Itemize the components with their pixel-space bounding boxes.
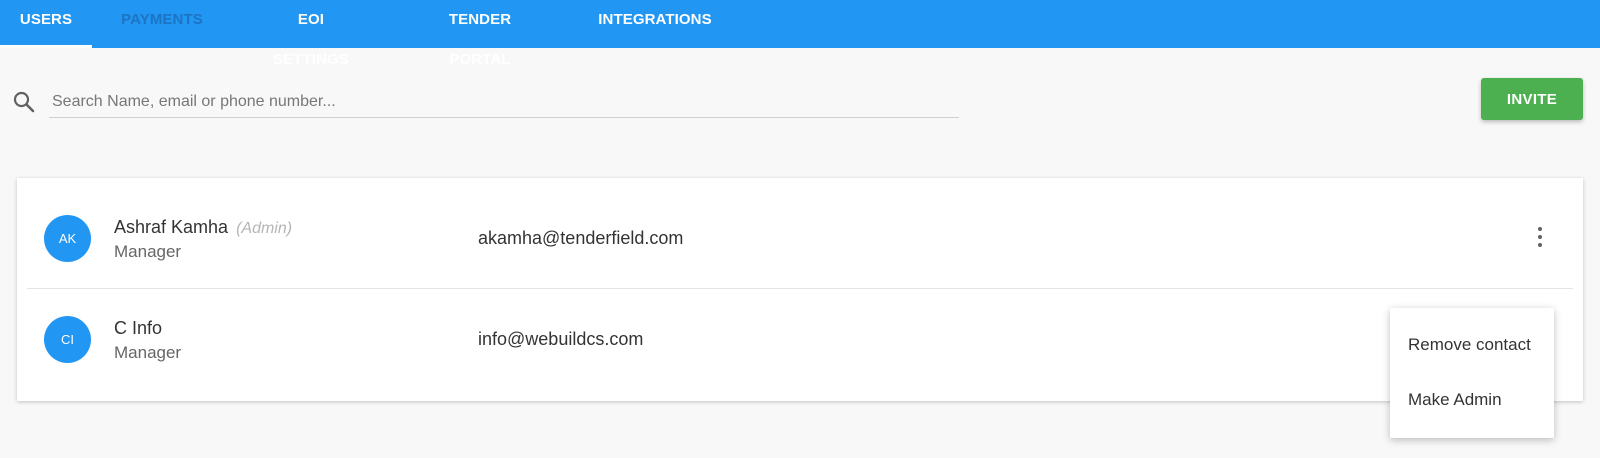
avatar: CI <box>44 316 91 363</box>
tab-tender-portal[interactable]: TENDER PORTAL <box>418 0 542 68</box>
user-name-text: C Info <box>114 318 163 338</box>
tab-tender-portal-label: TENDER PORTAL <box>448 11 512 68</box>
tab-eoi-settings-label: EOI SETTINGS <box>273 11 349 68</box>
make-admin-menu-item[interactable]: Make Admin <box>1408 390 1502 410</box>
row-divider <box>27 288 1573 289</box>
user-context-menu: Remove contact Make Admin <box>1390 308 1554 438</box>
top-tab-bar: USERS PAYMENTS EOI SETTINGS TENDER PORTA… <box>0 0 1600 68</box>
tab-integrations[interactable]: INTEGRATIONS <box>598 0 712 48</box>
tab-integrations-label: INTEGRATIONS <box>598 11 712 28</box>
list-item[interactable]: CI C Info Manager info@webuildcs.com <box>17 290 1583 400</box>
tab-users-label: USERS <box>19 11 73 28</box>
user-role: Manager <box>114 242 182 261</box>
user-role: Manager <box>114 343 182 362</box>
invite-button[interactable]: INVITE <box>1481 78 1583 120</box>
user-name-text: Ashraf Kamha <box>114 217 229 237</box>
tab-payments-label: PAYMENTS <box>121 11 203 28</box>
more-vert-icon[interactable] <box>1530 225 1550 249</box>
tab-users[interactable]: USERS <box>0 0 92 48</box>
search-input[interactable] <box>49 87 959 118</box>
active-tab-indicator <box>0 45 92 48</box>
user-email: info@webuildcs.com <box>478 329 644 349</box>
tab-eoi-settings[interactable]: EOI SETTINGS <box>258 0 364 68</box>
admin-badge: (Admin) <box>236 220 293 237</box>
remove-contact-menu-item[interactable]: Remove contact <box>1408 335 1531 355</box>
user-name: Ashraf Kamha (Admin) <box>114 217 292 238</box>
user-email: akamha@tenderfield.com <box>478 228 684 248</box>
tab-payments[interactable]: PAYMENTS <box>120 0 204 48</box>
search-icon <box>13 91 35 113</box>
users-list-card: AK Ashraf Kamha (Admin) Manager akamha@te… <box>17 178 1583 401</box>
user-name: C Info <box>114 318 162 339</box>
list-item[interactable]: AK Ashraf Kamha (Admin) Manager akamha@te… <box>17 178 1583 288</box>
avatar: AK <box>44 215 91 262</box>
